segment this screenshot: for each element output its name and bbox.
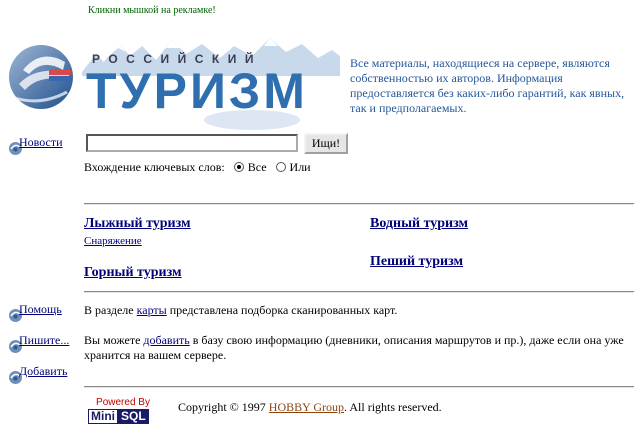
category-ski-link[interactable]: Лыжный туризм [84,216,191,232]
maps-info-pre: В разделе [84,303,137,317]
keyword-mode-row: Вхождение ключевых слов: Все Или [84,160,311,175]
ad-hint-text: Кликни мышкой на рекламке! [88,5,216,16]
nav-add-link[interactable]: Добавить [19,364,67,379]
equipment-link[interactable]: Снаряжение [84,235,142,247]
keyword-mode-label: Вхождение ключевых слов: [84,160,225,174]
search-input[interactable] [86,134,298,152]
divider [84,203,634,205]
maps-link[interactable]: карты [137,303,167,317]
minisql-sql: SQL [118,409,149,424]
radio-all[interactable] [233,162,244,172]
nav-help[interactable]: Помощь [8,302,78,324]
copyright-pre: Copyright © 1997 [178,400,269,414]
search-button[interactable]: Ищи! [304,133,348,154]
radio-any-label[interactable]: Или [290,160,311,174]
nav-write[interactable]: Пишите... [8,333,78,355]
divider [84,291,634,293]
copyright-post: . All rights reserved. [344,400,442,414]
category-mountain-link[interactable]: Горный туризм [84,265,182,281]
radio-any[interactable] [275,162,286,172]
nav-add[interactable]: Добавить [8,364,78,386]
emblem-logo[interactable] [5,40,73,114]
add-info-text: Вы можете добавить в базу свою информаци… [84,333,636,363]
radio-all-label[interactable]: Все [248,160,267,174]
powered-by-label: Powered By [96,397,150,408]
nav-help-link[interactable]: Помощь [19,302,62,317]
hobby-group-link[interactable]: HOBBY Group [269,400,344,414]
maps-info-post: представлена подборка сканированных карт… [166,303,398,317]
add-info-pre: Вы можете [84,333,144,347]
powered-by-badge[interactable]: Powered By Mini SQL [88,397,158,424]
divider [84,386,634,388]
minisql-logo: Mini SQL [88,409,158,424]
category-water-link[interactable]: Водный туризм [370,216,468,232]
nav-news[interactable]: Новости [8,135,78,157]
maps-info-text: В разделе карты представлена подборка ск… [84,303,397,318]
site-logo[interactable]: РОССИЙСКИЙ ТУРИЗМ [82,32,340,132]
nav-write-link[interactable]: Пишите... [19,333,69,348]
logo-title: ТУРИЗМ [86,63,308,119]
disclaimer-text: Все материалы, находящиеся на сервере, я… [350,56,625,115]
copyright-text: Copyright © 1997 HOBBY Group. All rights… [178,400,442,415]
minisql-mini: Mini [88,409,118,424]
category-hiking-link[interactable]: Пеший туризм [370,254,463,270]
nav-news-link[interactable]: Новости [19,135,63,150]
add-info-link[interactable]: добавить [143,333,189,347]
